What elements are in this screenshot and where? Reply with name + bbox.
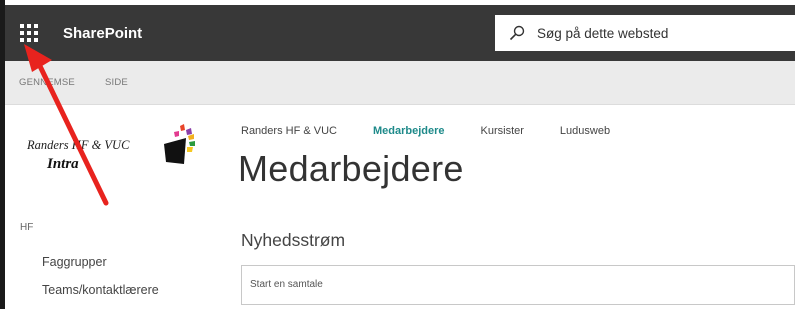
nav-heading-hf[interactable]: HF (20, 222, 159, 233)
app-name-link[interactable]: SharePoint (63, 25, 142, 42)
search-input-placeholder[interactable]: Søg på dette websted (537, 26, 668, 41)
left-navigation: HF Faggrupper Teams/kontaktlærere (20, 222, 159, 309)
tab-browse[interactable]: GENNEMSE (19, 77, 75, 88)
hub-link-kursister[interactable]: Kursister (481, 125, 524, 137)
start-conversation-input[interactable] (250, 279, 794, 290)
waffle-icon (20, 24, 38, 42)
suite-bar: SharePoint Søg på dette websted (5, 5, 795, 61)
search-box[interactable]: Søg på dette websted (495, 15, 795, 51)
command-bar: GENNEMSE SIDE (5, 61, 795, 105)
hub-link-randers[interactable]: Randers HF & VUC (241, 125, 337, 137)
nav-item-teams[interactable]: Teams/kontaktlærere (42, 283, 159, 297)
hub-navigation: Randers HF & VUC Medarbejdere Kursister … (241, 125, 646, 137)
site-logo-name: Randers HF & VUC (27, 138, 130, 152)
search-icon (509, 25, 525, 41)
site-logo-subtitle: Intra (47, 156, 79, 172)
nav-item-faggrupper[interactable]: Faggrupper (42, 255, 159, 269)
site-logo-mark-icon (164, 124, 195, 164)
page-title: Medarbejdere (238, 148, 464, 189)
start-conversation-box[interactable] (241, 265, 795, 305)
app-launcher-button[interactable] (5, 5, 53, 61)
newsfeed-title: Nyhedsstrøm (241, 230, 346, 250)
hub-link-ludusweb[interactable]: Ludusweb (560, 125, 610, 137)
site-logo[interactable]: Randers HF & VUC Intra (22, 118, 217, 186)
hub-link-medarbejdere[interactable]: Medarbejdere (373, 125, 445, 137)
tab-page[interactable]: SIDE (105, 77, 128, 88)
